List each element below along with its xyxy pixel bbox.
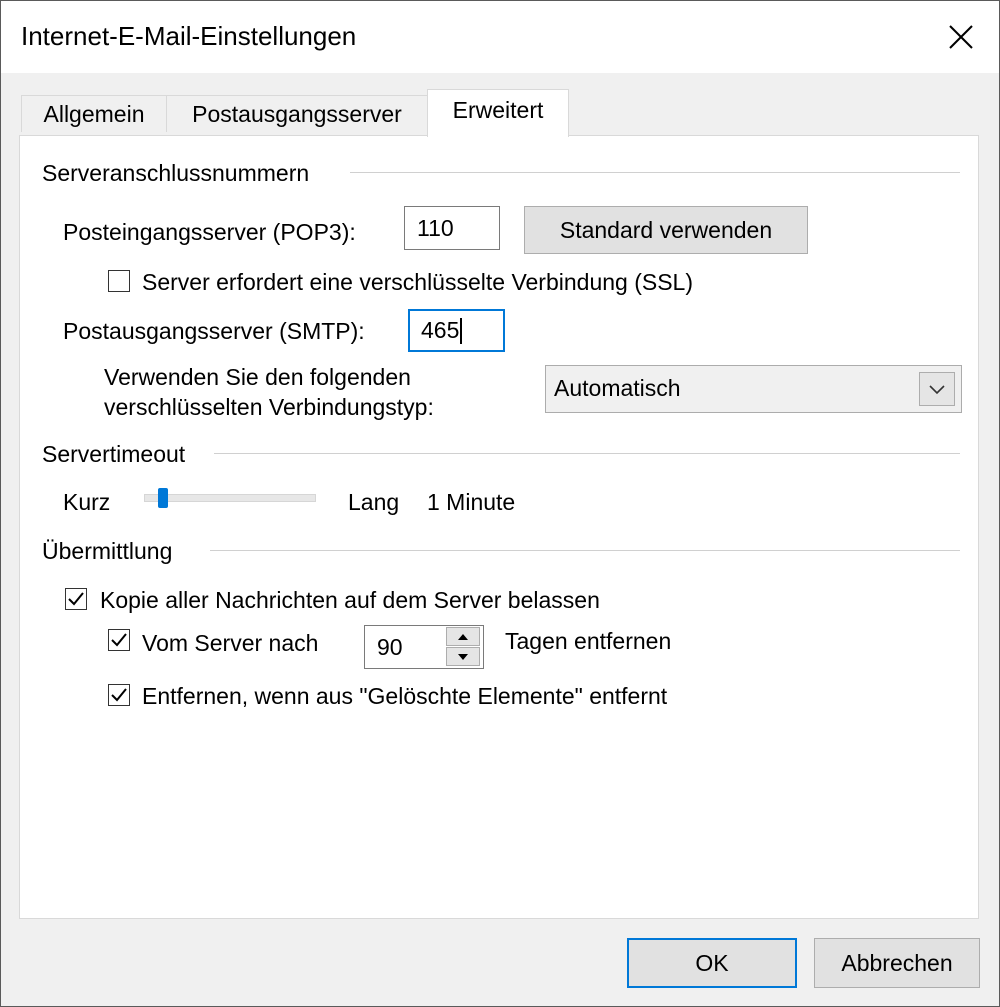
close-icon: [949, 25, 973, 49]
tab-label: Erweitert: [452, 97, 544, 123]
days-stepper-buttons: [446, 627, 482, 667]
timeout-slider-track[interactable]: [144, 494, 316, 502]
tab-postausgangsserver[interactable]: Postausgangsserver: [166, 95, 428, 132]
window-title: Internet-E-Mail-Einstellungen: [21, 21, 357, 51]
group-title-timeout: Servertimeout: [42, 441, 186, 468]
group-title-delivery: Übermittlung: [42, 538, 173, 565]
pop3-port-value: 110: [417, 214, 454, 241]
ssl-checkbox[interactable]: [108, 270, 130, 292]
encryption-type-select[interactable]: Automatisch: [545, 365, 962, 413]
tab-label: Postausgangsserver: [192, 100, 402, 127]
leave-copy-label: Kopie aller Nachrichten auf dem Server b…: [100, 587, 600, 613]
pop3-label: Posteingangsserver (POP3):: [63, 219, 356, 245]
days-decrement-button[interactable]: [446, 647, 480, 666]
arrow-down-icon: [458, 653, 468, 660]
dialog-window: Internet-E-Mail-Einstellungen Allgemein …: [0, 0, 1000, 1007]
days-stepper[interactable]: 90: [364, 625, 484, 669]
days-value: 90: [377, 634, 403, 660]
smtp-label: Postausgangsserver (SMTP):: [63, 318, 365, 344]
tab-panel-erweitert: Serveranschlussnummern Posteingangsserve…: [19, 135, 979, 919]
arrow-up-icon: [458, 633, 468, 640]
days-suffix-label: Tagen entfernen: [505, 628, 672, 654]
timeout-slider-thumb[interactable]: [158, 488, 168, 508]
group-divider: [350, 172, 960, 173]
tab-erweitert[interactable]: Erweitert: [427, 89, 569, 137]
days-increment-button[interactable]: [446, 627, 480, 646]
checkmark-icon: [111, 633, 127, 647]
remove-deleted-checkbox[interactable]: [108, 684, 130, 706]
use-default-button[interactable]: Standard verwenden: [524, 206, 808, 254]
checkmark-icon: [68, 592, 84, 606]
cancel-button[interactable]: Abbrechen: [814, 938, 980, 988]
group-divider: [210, 550, 960, 551]
timeout-long-label: Lang: [348, 489, 400, 515]
ssl-checkbox-label: Server erfordert eine verschlüsselte Ver…: [142, 269, 694, 295]
tab-allgemein[interactable]: Allgemein: [21, 95, 167, 132]
group-title-ports: Serveranschlussnummern: [42, 160, 310, 187]
pop3-port-input[interactable]: 110: [404, 206, 500, 250]
remove-after-checkbox[interactable]: [108, 629, 130, 651]
timeout-value: 1 Minute: [427, 489, 516, 515]
title-bar: Internet-E-Mail-Einstellungen: [1, 1, 999, 73]
timeout-short-label: Kurz: [63, 489, 111, 515]
remove-deleted-label: Entfernen, wenn aus "Gelöschte Elemente"…: [142, 683, 668, 709]
tab-label: Allgemein: [43, 100, 145, 127]
encryption-type-value: Automatisch: [554, 375, 681, 401]
text-caret: [460, 317, 463, 344]
ok-button[interactable]: OK: [627, 938, 797, 988]
group-divider: [214, 453, 960, 454]
smtp-port-input[interactable]: 465: [408, 309, 505, 352]
dropdown-button[interactable]: [919, 372, 955, 406]
ok-label: OK: [695, 949, 729, 976]
encryption-label-line1: Verwenden Sie den folgenden: [104, 364, 411, 390]
leave-copy-checkbox[interactable]: [65, 588, 87, 610]
close-button[interactable]: [923, 1, 999, 73]
chevron-down-icon: [929, 385, 945, 395]
use-default-label: Standard verwenden: [559, 216, 773, 243]
encryption-label-line2: verschlüsselten Verbindungstyp:: [104, 394, 434, 420]
cancel-label: Abbrechen: [841, 949, 953, 976]
smtp-port-value: 465: [421, 317, 460, 343]
checkmark-icon: [111, 688, 127, 702]
remove-after-label: Vom Server nach: [142, 630, 319, 656]
